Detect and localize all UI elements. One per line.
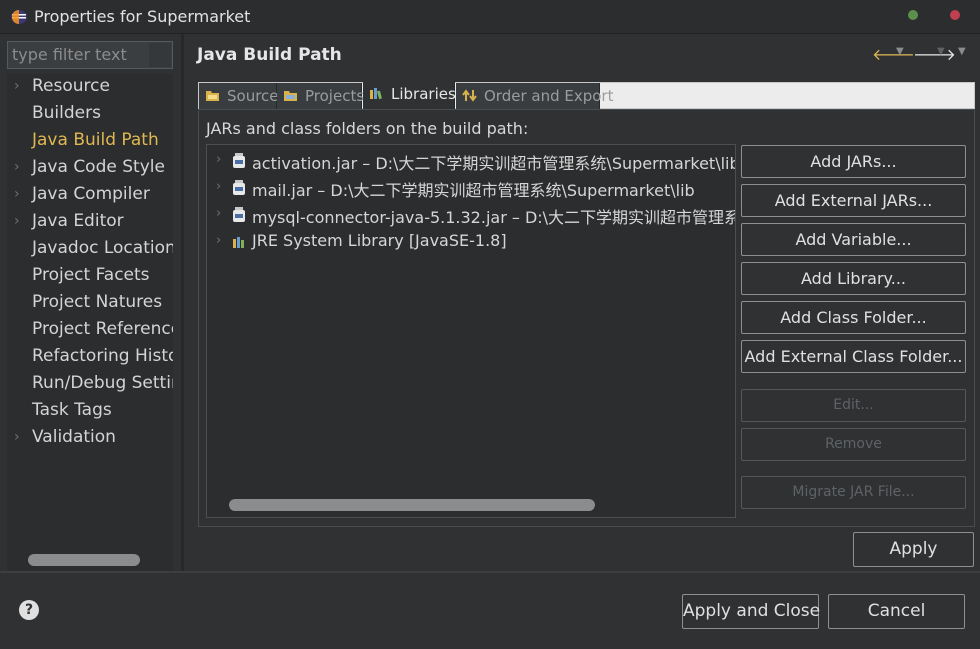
sidebar-item-label: Java Code Style (32, 157, 165, 177)
entry-label: JRE System Library [JavaSE-1.8] (252, 231, 507, 250)
tab-label: Libraries (391, 85, 456, 103)
add-jars-button[interactable]: Add JARs... (741, 145, 966, 178)
sidebar-item-label: Java Build Path (32, 130, 159, 150)
chevron-right-icon[interactable]: › (14, 186, 20, 202)
properties-tree[interactable]: › Resource Builders Java Build Path › Java… (7, 74, 173, 571)
list-item[interactable]: › JRE System Library [JavaSE-1.8] (207, 228, 735, 255)
sidebar-item-java-code-style[interactable]: › Java Code Style (7, 155, 173, 182)
sidebar-item-resource[interactable]: › Resource (7, 74, 173, 101)
footer-divider (0, 571, 980, 573)
chevron-right-icon[interactable]: › (14, 78, 20, 94)
panel-splitter[interactable] (181, 34, 184, 571)
chevron-right-icon[interactable]: › (216, 233, 221, 248)
projects-folder-icon (284, 91, 297, 101)
libraries-icon (370, 88, 382, 100)
forward-history-dropdown-icon[interactable]: ▼ (937, 46, 945, 57)
sidebar-item-project-references[interactable]: Project References (7, 317, 173, 344)
filter-input[interactable]: type filter text (7, 41, 173, 69)
entry-label: mysql-connector-java-5.1.32.jar – D:\大二下… (252, 208, 736, 227)
title-bar: Properties for Supermarket (0, 0, 980, 34)
library-icon (233, 237, 244, 248)
chevron-right-icon[interactable]: › (14, 429, 20, 445)
entry-label: mail.jar – D:\大二下学期实训超市管理系统\Supermarket\… (252, 181, 695, 200)
help-icon[interactable]: ? (19, 600, 39, 620)
order-export-icon (462, 89, 477, 102)
sidebar-item-label: Refactoring History (32, 346, 173, 366)
sidebar-item-java-compiler[interactable]: › Java Compiler (7, 182, 173, 209)
maximize-button[interactable] (908, 10, 918, 20)
add-external-class-folder-button[interactable]: Add External Class Folder... (741, 340, 966, 373)
sidebar-item-label: Run/Debug Settings (32, 373, 173, 393)
back-history-dropdown-icon[interactable]: ▼ (896, 46, 904, 57)
sidebar-item-label: Validation (32, 427, 116, 447)
sidebar-item-label: Resource (32, 76, 110, 96)
sidebar-item-label: Project Facets (32, 265, 150, 285)
sidebar-item-javadoc-location[interactable]: Javadoc Location (7, 236, 173, 263)
sidebar-item-java-editor[interactable]: › Java Editor (7, 209, 173, 236)
migrate-jar-button[interactable]: Migrate JAR File... (741, 476, 966, 509)
add-variable-button[interactable]: Add Variable... (741, 223, 966, 256)
tab-label: Source (227, 87, 279, 105)
sidebar-item-label: Java Compiler (32, 184, 150, 204)
sidebar-item-label: Project Natures (32, 292, 163, 312)
sidebar-item-project-facets[interactable]: Project Facets (7, 263, 173, 290)
sidebar: type filter text › Resource Builders Java… (0, 34, 180, 571)
forward-arrow-icon[interactable]: 🡒 (913, 44, 956, 64)
list-item[interactable]: › activation.jar – D:\大二下学期实训超市管理系统\Supe… (207, 147, 736, 174)
view-menu-icon[interactable]: ▼ (958, 46, 966, 57)
sidebar-item-label: Builders (32, 103, 101, 123)
cancel-button[interactable]: Cancel (828, 594, 965, 629)
tab-source[interactable]: Source (199, 83, 279, 109)
window-title: Properties for Supermarket (34, 7, 251, 26)
filter-placeholder: type filter text (12, 45, 127, 64)
jar-icon (233, 207, 245, 222)
chevron-right-icon[interactable]: › (216, 179, 221, 194)
entry-label: activation.jar – D:\大二下学期实训超市管理系统\Superm… (252, 154, 736, 173)
chevron-right-icon[interactable]: › (14, 159, 20, 175)
back-arrow-icon[interactable]: 🡐 (872, 44, 915, 64)
close-button[interactable] (950, 10, 960, 20)
edit-button[interactable]: Edit... (741, 389, 966, 422)
sidebar-item-project-natures[interactable]: Project Natures (7, 290, 173, 317)
sidebar-item-label: Project References (32, 319, 173, 339)
page-title: Java Build Path (197, 45, 342, 65)
apply-and-close-button[interactable]: Apply and Close (682, 594, 820, 629)
build-path-entries-list[interactable]: › activation.jar – D:\大二下学期实训超市管理系统\Supe… (206, 144, 736, 518)
chevron-right-icon[interactable]: › (14, 213, 20, 229)
tab-label: Order and Export (484, 87, 614, 105)
jar-icon (233, 180, 245, 195)
add-library-button[interactable]: Add Library... (741, 262, 966, 295)
build-path-label: JARs and class folders on the build path… (206, 119, 529, 138)
sidebar-item-java-build-path[interactable]: Java Build Path (7, 128, 173, 155)
add-external-jars-button[interactable]: Add External JARs... (741, 184, 966, 217)
horizontal-scrollbar-thumb[interactable] (229, 499, 595, 511)
clear-filter-button[interactable] (149, 43, 171, 67)
list-item[interactable]: › mysql-connector-java-5.1.32.jar – D:\大… (207, 201, 736, 228)
sidebar-item-builders[interactable]: Builders (7, 101, 173, 128)
chevron-right-icon[interactable]: › (216, 206, 221, 221)
sidebar-item-task-tags[interactable]: Task Tags (7, 398, 173, 425)
tab-projects[interactable]: Projects (277, 83, 365, 109)
sidebar-item-label: Task Tags (32, 400, 112, 420)
tab-label: Projects (305, 87, 365, 105)
sidebar-item-label: Java Editor (32, 211, 124, 231)
sidebar-horizontal-scrollbar[interactable] (28, 554, 140, 566)
chevron-right-icon[interactable]: › (216, 152, 221, 167)
sidebar-item-refactoring-history[interactable]: Refactoring History (7, 344, 173, 371)
list-item[interactable]: › mail.jar – D:\大二下学期实训超市管理系统\Supermarke… (207, 174, 735, 201)
apply-button[interactable]: Apply (853, 532, 974, 567)
remove-button[interactable]: Remove (741, 428, 966, 461)
tab-order-and-export[interactable]: Order and Export (456, 83, 614, 109)
tab-libraries[interactable]: Libraries (363, 81, 456, 109)
sidebar-item-label: Javadoc Location (32, 238, 173, 258)
sidebar-item-validation[interactable]: › Validation (7, 425, 173, 452)
eclipse-icon (11, 10, 27, 24)
sidebar-item-run-debug-settings[interactable]: Run/Debug Settings (7, 371, 173, 398)
add-class-folder-button[interactable]: Add Class Folder... (741, 301, 966, 334)
jar-icon (233, 153, 245, 168)
source-folder-icon (206, 91, 219, 101)
